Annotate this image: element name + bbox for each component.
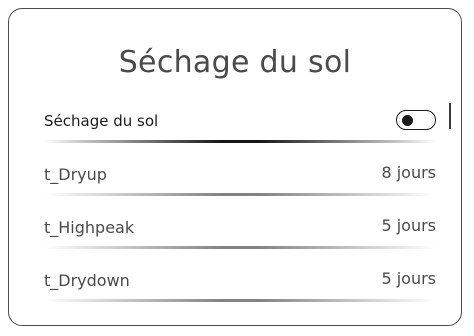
parameter-row-t-dryup[interactable]: t_Dryup 8 jours: [44, 161, 436, 196]
row-divider: [44, 246, 436, 249]
row-divider: [44, 140, 436, 143]
floor-drying-label: Séchage du sol: [44, 112, 159, 130]
parameter-label: t_Highpeak: [44, 218, 135, 237]
parameter-value[interactable]: 5 jours: [381, 216, 436, 235]
page-title: Séchage du sol: [118, 45, 352, 80]
toggle-knob: [402, 114, 413, 126]
parameter-row-t-highpeak[interactable]: t_Highpeak 5 jours: [44, 214, 436, 249]
parameter-row-t-drydown[interactable]: t_Drydown 5 jours: [44, 267, 436, 302]
parameter-value[interactable]: 8 jours: [381, 163, 436, 182]
parameter-label: t_Dryup: [44, 165, 107, 184]
parameter-value[interactable]: 5 jours: [381, 269, 436, 288]
floor-drying-toggle[interactable]: [396, 110, 436, 130]
floor-drying-toggle-row[interactable]: Séchage du sol: [44, 108, 436, 143]
scroll-indicator[interactable]: [449, 103, 451, 129]
parameter-label: t_Drydown: [44, 271, 130, 290]
row-divider: [44, 299, 436, 302]
row-divider: [44, 193, 436, 196]
